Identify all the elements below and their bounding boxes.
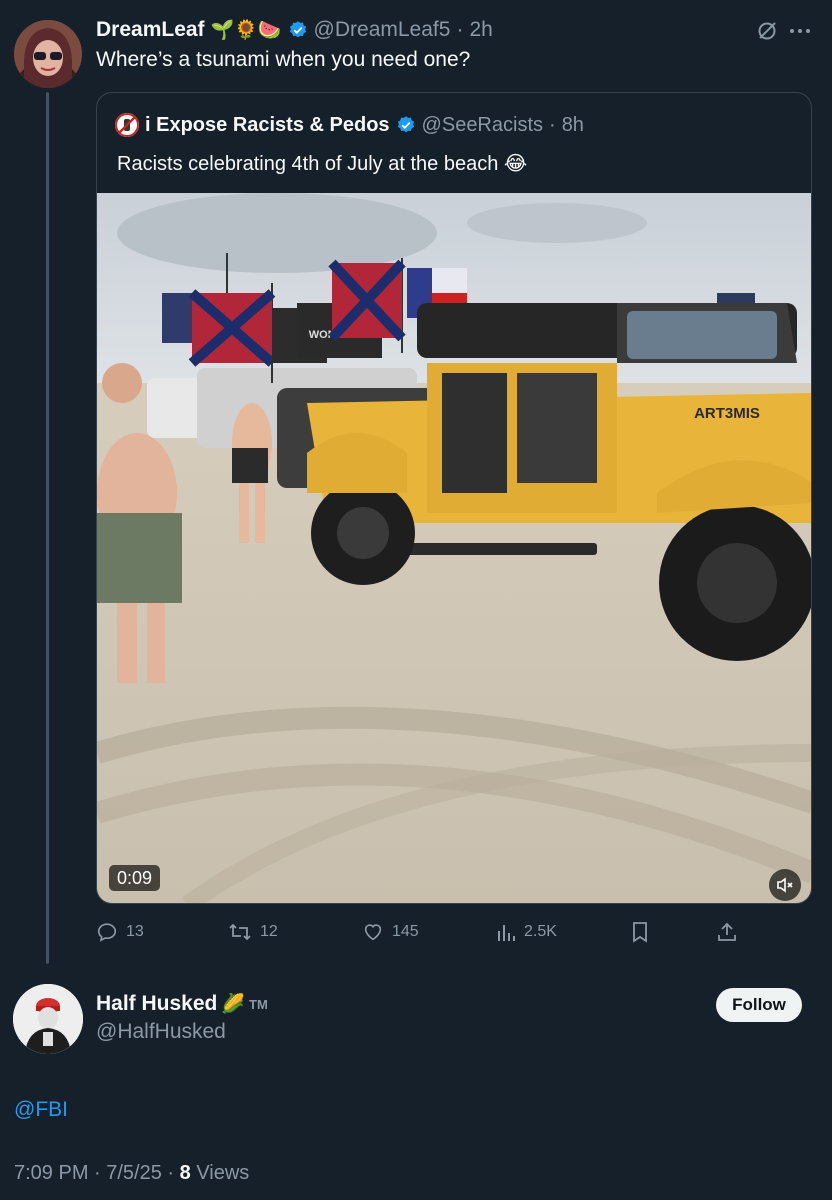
tweet-header: DreamLeaf 🌱🌻🍉 @DreamLeaf5 · 2h xyxy=(96,16,493,44)
author-handle[interactable]: @DreamLeaf5 xyxy=(314,18,451,42)
grok-icon[interactable] xyxy=(756,20,778,42)
thread-line xyxy=(46,92,49,964)
verified-badge-icon xyxy=(397,116,414,133)
quoted-time: 8h xyxy=(561,113,584,136)
reply-button[interactable]: 13 xyxy=(96,918,144,946)
repost-count: 12 xyxy=(260,923,278,940)
reply-author-name[interactable]: Half Husked xyxy=(96,992,217,1016)
trademark-symbol: TM xyxy=(249,996,268,1012)
author-emojis: 🌱🌻🍉 xyxy=(210,20,282,41)
quoted-author-name: i Expose Racists & Pedos xyxy=(145,113,390,136)
reply-count: 13 xyxy=(126,923,144,940)
reply-timestamp: 7:09 PM · 7/5/25 · xyxy=(14,1162,180,1184)
reply-author-emoji: 🌽 xyxy=(221,994,246,1015)
repost-button[interactable]: 12 xyxy=(228,918,278,946)
more-icon[interactable] xyxy=(790,22,812,40)
quoted-handle: @SeeRacists xyxy=(421,113,544,136)
reply-header: Half Husked 🌽 TM xyxy=(96,990,268,1018)
repost-icon xyxy=(229,923,251,941)
like-count: 145 xyxy=(392,923,419,940)
reply-views-count: 8 xyxy=(179,1162,191,1184)
reply-handle[interactable]: @HalfHusked xyxy=(96,1020,226,1044)
halfhusked-avatar[interactable] xyxy=(13,984,83,1054)
views-count: 2.5K xyxy=(524,923,557,940)
share-icon xyxy=(718,922,736,941)
like-button[interactable]: 145 xyxy=(362,918,419,946)
reply-icon xyxy=(97,923,117,942)
quoted-avatar xyxy=(115,113,139,137)
quoted-tweet[interactable]: i Expose Racists & Pedos @SeeRacists · 8… xyxy=(96,92,812,904)
reply-meta: 7:09 PM · 7/5/25 · 8 Views xyxy=(14,1162,249,1185)
video-jeep-text: ART3MIS xyxy=(694,405,760,422)
like-icon xyxy=(364,924,382,941)
video-duration: 0:09 xyxy=(109,865,161,891)
separator-dot: · xyxy=(456,18,464,41)
tweet-time[interactable]: 2h xyxy=(469,18,492,42)
quoted-text: Racists celebrating 4th of July at the b… xyxy=(117,153,528,175)
video-player[interactable]: WONETING ART3MIS xyxy=(97,193,811,903)
views-button[interactable]: 2.5K xyxy=(496,918,557,946)
bookmark-button[interactable] xyxy=(630,918,650,946)
share-button[interactable] xyxy=(716,918,738,946)
follow-button[interactable]: Follow xyxy=(716,988,802,1022)
dreamleaf-avatar[interactable] xyxy=(14,20,82,88)
video-duration-text: 0:09 xyxy=(117,867,153,888)
quoted-header: i Expose Racists & Pedos @SeeRacists · 8… xyxy=(115,111,584,139)
bookmark-icon xyxy=(633,922,647,943)
reply-views-label: Views xyxy=(190,1162,250,1184)
reply-text: @FBI xyxy=(14,1098,68,1122)
separator-dot: · xyxy=(549,113,556,136)
mute-icon[interactable] xyxy=(769,869,801,901)
verified-badge-icon xyxy=(289,21,306,38)
fbi-mention-link[interactable]: @FBI xyxy=(14,1098,68,1121)
video-frame: WONETING ART3MIS xyxy=(97,193,811,903)
views-icon xyxy=(498,925,515,941)
author-name[interactable]: DreamLeaf xyxy=(96,18,205,42)
tweet-text: Where’s a tsunami when you need one? xyxy=(96,48,471,71)
